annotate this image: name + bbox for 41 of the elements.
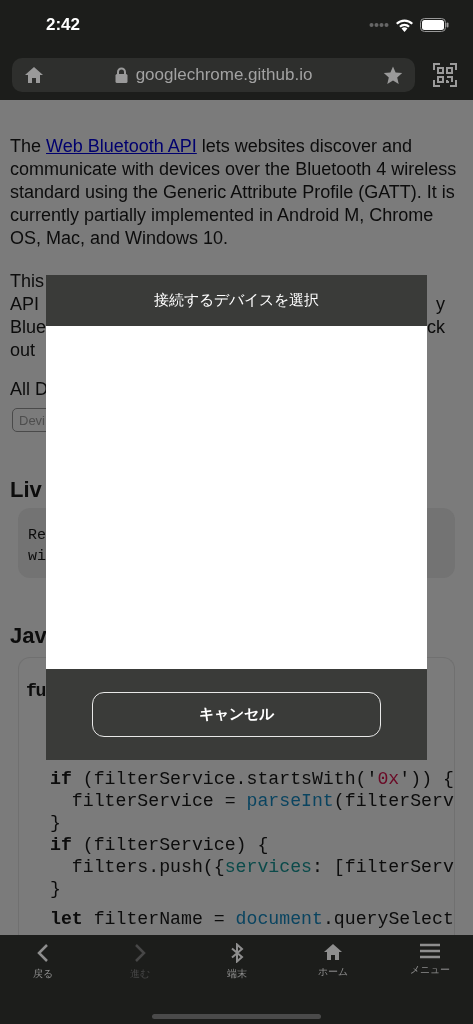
code-line: } [50, 812, 62, 834]
intro-paragraph: The Web Bluetooth API lets websites discover and communicate with devices over the Bluetooth 4 wireless standard using the Generic Attribute Profile (GATT). It is currently partially implemented in Android M, Chrome OS, Mac, and Windows 10. [9, 135, 458, 250]
section-heading: Liv [9, 477, 43, 503]
code-line: fu [26, 680, 46, 702]
nav-button[interactable]: ホーム [300, 943, 367, 979]
code-line: filters.push({services: [filterServ [70, 856, 454, 878]
output-line: Re [28, 526, 47, 546]
section-heading: Jav [9, 623, 48, 649]
paragraph-fragment: ck [427, 316, 445, 339]
code-line: filterService = parseInt(filterServ [70, 790, 454, 812]
api-link[interactable]: Web Bluetooth API [46, 136, 197, 156]
back-icon [36, 943, 50, 963]
paragraph-fragment: out [10, 339, 36, 362]
paragraph-fragment: API [10, 293, 39, 316]
code-line: if (filterService) { [50, 834, 270, 856]
star-icon[interactable] [383, 65, 403, 85]
menu-icon [420, 943, 440, 959]
output-line: wi [28, 547, 47, 567]
nav-button[interactable]: 端末 [203, 943, 270, 981]
battery-icon [420, 18, 449, 32]
qr-scan-icon[interactable] [433, 63, 457, 87]
address-bar[interactable]: googlechrome.github.io [12, 58, 415, 92]
status-time: 2:42 [46, 15, 81, 35]
home-icon [323, 943, 344, 961]
cancel-button[interactable]: キャンセル [92, 692, 381, 737]
url-text: googlechrome.github.io [135, 65, 313, 85]
paragraph-fragment: This [10, 270, 44, 293]
lock-icon [114, 67, 128, 83]
bluetooth-icon [229, 943, 244, 963]
forward-icon [132, 943, 147, 963]
paragraph-fragment: Blue [10, 316, 47, 339]
signal-icon [369, 22, 389, 28]
dialog-title: 接続するデバイスを選択 [154, 291, 319, 310]
nav-button[interactable]: 戻る [10, 943, 76, 981]
wifi-icon [395, 18, 414, 32]
code-line: if (filterService.startsWith('0x')) { [50, 768, 454, 790]
code-line: } [50, 878, 62, 900]
nav-button[interactable]: メニュー [397, 943, 463, 977]
paragraph-fragment: y [436, 293, 445, 316]
code-line: let filterName = document.querySelect [50, 908, 454, 930]
home-icon[interactable] [24, 66, 44, 84]
